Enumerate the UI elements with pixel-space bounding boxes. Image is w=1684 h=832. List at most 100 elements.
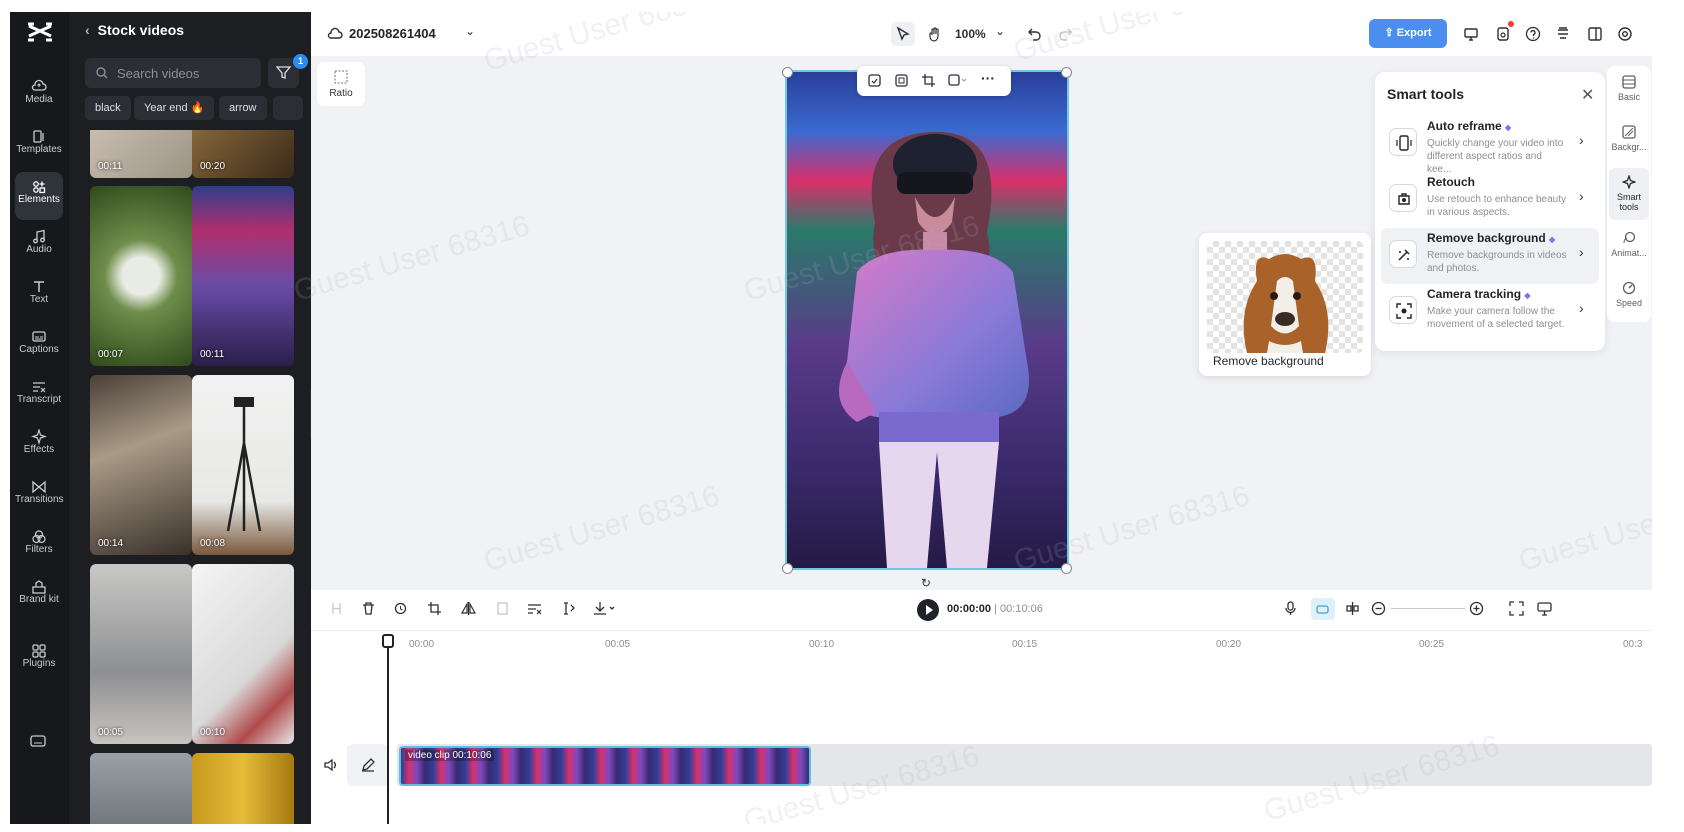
- tab-speed[interactable]: Speed: [1609, 274, 1649, 322]
- zoom-level[interactable]: 100%: [955, 27, 986, 41]
- rail-item-filters[interactable]: Filters: [15, 522, 63, 570]
- settings-icon[interactable]: [1613, 22, 1637, 46]
- export-button[interactable]: ⇪ Export: [1369, 19, 1447, 48]
- freeze-icon[interactable]: [495, 601, 510, 621]
- rail-item-text[interactable]: Text: [15, 272, 63, 320]
- rail-item-plugins[interactable]: Plugins: [15, 636, 63, 684]
- stock-video-thumbnail[interactable]: 00:08: [192, 375, 294, 555]
- undo-icon[interactable]: [1023, 22, 1047, 46]
- help-icon[interactable]: [1521, 22, 1545, 46]
- rail-item-transcript[interactable]: Transcript: [15, 372, 63, 420]
- tab-background[interactable]: Backgr...: [1609, 118, 1649, 166]
- rail-item-effects[interactable]: Effects: [15, 422, 63, 470]
- zoom-out-icon[interactable]: [1371, 601, 1386, 621]
- timeline-ruler[interactable]: 00:00 00:05 00:10 00:15 00:20 00:25 00:3: [311, 630, 1652, 650]
- split-icon[interactable]: [329, 601, 344, 621]
- cloud-sync-icon[interactable]: [323, 22, 347, 46]
- loop-icon[interactable]: [393, 601, 408, 621]
- left-rail: Media Templates Elements Audio Text Captions T…: [10, 12, 69, 824]
- stock-video-thumbnail[interactable]: 00:10: [192, 564, 294, 744]
- smart-tool-camera-tracking[interactable]: Camera tracking ◆ Make your camera follow…: [1381, 284, 1599, 340]
- resize-handle[interactable]: [1061, 67, 1072, 78]
- rail-item-label: Transcript: [16, 394, 62, 405]
- overlay-icon[interactable]: [948, 73, 968, 93]
- smart-tool-retouch[interactable]: Retouch Use retouch to enhance beauty in …: [1381, 172, 1599, 228]
- auto-snap-icon[interactable]: [1311, 598, 1335, 620]
- stock-video-thumbnail[interactable]: 00:14: [90, 375, 192, 555]
- redo-icon[interactable]: [1053, 22, 1077, 46]
- rail-item-label: Brand kit: [19, 594, 59, 605]
- project-name[interactable]: 202508261404: [349, 26, 436, 41]
- tab-speed-label: Speed: [1615, 298, 1643, 308]
- back-chevron-icon[interactable]: ‹: [85, 22, 90, 38]
- close-icon[interactable]: ✕: [1581, 85, 1594, 105]
- tag-chip-more[interactable]: [273, 96, 303, 120]
- hand-pan-icon[interactable]: [923, 22, 947, 46]
- crop-icon[interactable]: [427, 601, 442, 621]
- stock-video-thumbnail[interactable]: 00:05: [90, 564, 192, 744]
- ratio-button[interactable]: Ratio: [317, 62, 365, 106]
- split-audio-icon[interactable]: [1345, 601, 1360, 621]
- video-clip[interactable]: video clip 00:10:06: [399, 746, 811, 786]
- timeline-zoom-slider[interactable]: [1391, 608, 1465, 609]
- microphone-icon[interactable]: [1283, 601, 1298, 621]
- track-edit-icon[interactable]: [347, 744, 389, 786]
- resize-handle[interactable]: [782, 67, 793, 78]
- tag-chip[interactable]: Year end 🔥: [134, 96, 215, 120]
- stock-video-thumbnail[interactable]: [90, 753, 192, 824]
- stock-video-thumbnail[interactable]: 00:11: [90, 130, 192, 178]
- stock-video-thumbnail[interactable]: 00:20: [192, 130, 294, 178]
- ruler-tick: 00:20: [1216, 639, 1242, 650]
- rotate-handle-icon[interactable]: ↻: [921, 576, 931, 590]
- delete-icon[interactable]: [361, 601, 376, 621]
- rail-item-media[interactable]: Media: [15, 72, 63, 120]
- resize-handle[interactable]: [1061, 563, 1072, 574]
- smart-tool-remove-background[interactable]: Remove background ◆ Remove backgrounds in…: [1381, 228, 1599, 284]
- layout-panel-icon[interactable]: [1583, 22, 1607, 46]
- tab-basic[interactable]: Basic: [1609, 68, 1649, 116]
- rail-item-brand-kit[interactable]: Brand kit: [15, 572, 63, 628]
- comment-icon[interactable]: [1537, 601, 1552, 621]
- stock-video-thumbnail[interactable]: 00:11: [192, 186, 294, 366]
- remove-background-icon: [1389, 240, 1417, 268]
- fullscreen-icon[interactable]: [1509, 601, 1524, 621]
- tag-chip[interactable]: black: [85, 96, 131, 120]
- more-options-icon[interactable]: ···: [981, 70, 995, 86]
- stock-video-thumbnail[interactable]: 00:07: [90, 186, 192, 366]
- stock-video-thumbnail[interactable]: [192, 753, 294, 824]
- resize-handle[interactable]: [782, 563, 793, 574]
- play-button[interactable]: [917, 599, 939, 621]
- tag-chip[interactable]: arrow: [219, 96, 267, 120]
- ruler-tick: 00:05: [605, 639, 631, 650]
- project-chevron-down-icon[interactable]: ⌄: [465, 24, 475, 38]
- stack-layers-icon[interactable]: [1551, 22, 1575, 46]
- smart-tool-auto-reframe[interactable]: Auto reframe ◆ Quickly change your video …: [1381, 116, 1599, 175]
- rail-item-audio[interactable]: Audio: [15, 222, 63, 270]
- keyboard-shortcuts-icon[interactable]: [30, 734, 46, 752]
- tab-animation[interactable]: Animat...: [1609, 224, 1649, 272]
- download-icon[interactable]: [593, 601, 617, 621]
- rail-item-captions[interactable]: Captions: [15, 322, 63, 370]
- video-duration: 00:07: [98, 349, 124, 360]
- crop-icon[interactable]: [921, 73, 936, 93]
- playhead[interactable]: [387, 636, 389, 824]
- replace-icon[interactable]: [867, 73, 882, 93]
- zoom-chevron-down-icon[interactable]: ⌄: [995, 24, 1005, 38]
- trim-icon[interactable]: [561, 601, 576, 621]
- rail-item-templates[interactable]: Templates: [15, 122, 63, 170]
- search-input[interactable]: Search videos: [85, 58, 261, 88]
- search-placeholder: Search videos: [117, 66, 200, 81]
- rail-item-elements[interactable]: Elements: [15, 172, 63, 220]
- video-duration: 00:10: [200, 727, 226, 738]
- stock-panel-header: ‹ Stock videos: [85, 22, 184, 38]
- flip-icon[interactable]: [460, 601, 477, 621]
- select-pointer-icon[interactable]: [891, 22, 915, 46]
- tab-smart-tools[interactable]: Smart tools: [1609, 168, 1649, 220]
- playhead-handle[interactable]: [382, 634, 394, 648]
- rail-item-transitions[interactable]: Transitions: [15, 472, 64, 520]
- speed-curve-icon[interactable]: [527, 601, 542, 621]
- zoom-in-icon[interactable]: [1469, 601, 1484, 621]
- video-preview[interactable]: [785, 70, 1069, 570]
- present-screen-icon[interactable]: [1459, 22, 1483, 46]
- fit-frame-icon[interactable]: [894, 73, 909, 93]
